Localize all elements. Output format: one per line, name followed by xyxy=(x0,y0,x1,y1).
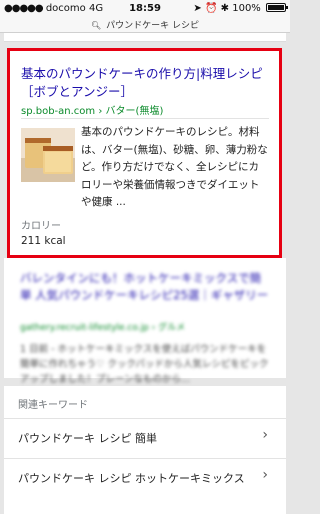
result-domain: sp.bob-an.com xyxy=(21,106,96,117)
pound-cake-thumbnail[interactable] xyxy=(21,128,75,182)
status-right: ➤ ⏰ ✱ 100% xyxy=(193,3,288,14)
previous-card xyxy=(4,33,286,42)
related-keyword-label: パウンドケーキ レシピ 簡単 xyxy=(18,432,157,445)
location-icon: ➤ xyxy=(193,3,202,14)
related-keywords-heading: 関連キーワード xyxy=(18,400,88,411)
related-keyword-item[interactable]: パウンドケーキ レシピ ホットケーキミックス › xyxy=(4,459,286,497)
divider xyxy=(21,118,269,119)
calorie-label: カロリー xyxy=(21,221,61,232)
alarm-icon: ⏰ xyxy=(205,3,218,14)
calorie-value: 211 kcal xyxy=(21,235,66,247)
status-bar: ●●●●● docomo 4G 18:59 ➤ ⏰ ✱ 100% xyxy=(0,0,290,18)
search-result-card[interactable]: 基本のパウンドケーキの作り方|料理レシピ［ボブとアンジー］ sp.bob-an.… xyxy=(7,48,282,258)
blurred-search-result[interactable]: バレンタインにも！ホットケーキミックスで簡単 人気パウンドケーキレシピ25選｜ギ… xyxy=(4,258,286,385)
result-snippet: 基本のパウンドケーキのレシピ。材料は、バター(無塩)、砂糖、卵、薄力粉など。作り… xyxy=(81,126,268,208)
blurred-result-snippet: 1 日前 - ホットケーキミックスを使えばパウンドケーキを簡単に作れちゃう♡ ク… xyxy=(20,344,269,385)
chevron-right-icon: › xyxy=(262,427,268,443)
result-title-link[interactable]: 基本のパウンドケーキの作り方|料理レシピ［ボブとアンジー］ xyxy=(21,65,271,101)
result-breadcrumb: › バター(無塩) xyxy=(98,106,164,117)
blurred-result-url: gathery.recruit-lifestyle.co.jp › グルメ xyxy=(20,323,186,333)
bluetooth-icon: ✱ xyxy=(220,3,230,14)
chevron-right-icon: › xyxy=(262,467,268,483)
battery-icon xyxy=(266,3,288,12)
address-bar-text: パウンドケーキ レシピ xyxy=(106,21,199,31)
result-url[interactable]: sp.bob-an.com › バター(無塩) xyxy=(21,102,163,117)
related-keyword-label: パウンドケーキ レシピ ホットケーキミックス xyxy=(18,472,245,485)
related-keywords-card: 関連キーワード パウンドケーキ レシピ 簡単 › パウンドケーキ レシピ ホット… xyxy=(4,386,286,514)
blurred-result-title[interactable]: バレンタインにも！ホットケーキミックスで簡単 人気パウンドケーキレシピ25選｜ギ… xyxy=(20,270,270,304)
search-icon: 🔍︎ xyxy=(91,21,102,30)
related-keyword-item[interactable]: パウンドケーキ レシピ 簡単 › xyxy=(4,419,286,457)
battery-percent: 100% xyxy=(232,3,261,14)
address-bar[interactable]: 🔍︎ パウンドケーキ レシピ xyxy=(0,18,290,33)
